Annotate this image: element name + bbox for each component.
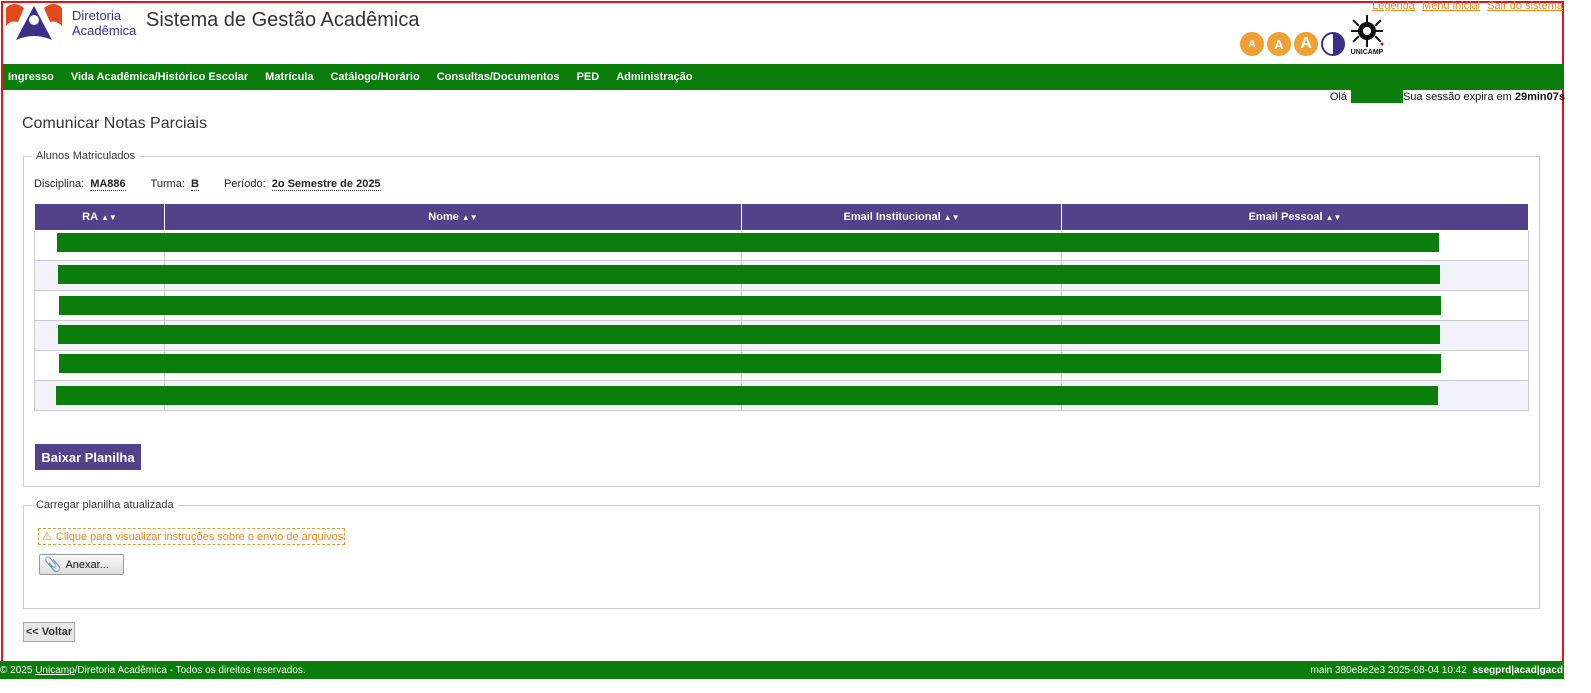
unicamp-logo: UNICAMP — [1346, 14, 1388, 60]
top-links: Legenda Menu inicial Sair do sistema — [1368, 0, 1563, 12]
back-button[interactable]: << Voltar — [23, 622, 75, 642]
font-large-button[interactable]: A — [1294, 32, 1318, 56]
redacted-row — [58, 265, 1440, 284]
redacted-row — [59, 296, 1441, 315]
turma-label: Turma: — [150, 178, 185, 190]
warning-icon: ⚠ — [42, 531, 52, 543]
redacted-username — [1350, 90, 1403, 103]
legend-link[interactable]: Legenda — [1372, 0, 1415, 12]
page-title: Comunicar Notas Parciais — [22, 115, 207, 132]
footer-copyright: © 2025 Unicamp/Diretoria Acadêmica - Tod… — [0, 664, 306, 676]
upload-instructions-text: Clique para visualizar instruções sobre … — [55, 530, 344, 543]
main-navbar: Ingresso Vida Acadêmica/Histórico Escola… — [3, 64, 1563, 90]
redacted-row — [56, 386, 1438, 405]
unicamp-link[interactable]: Unicamp — [35, 665, 74, 676]
column-header-email-institucional[interactable]: Email Institucional ▲▼ — [741, 203, 1062, 231]
redacted-row — [59, 354, 1441, 373]
server-info: ssegprd|acad|gacd — [1472, 664, 1563, 676]
contrast-icon[interactable] — [1321, 32, 1345, 56]
accessibility-controls: A A A — [1240, 31, 1345, 57]
sort-icon: ▲▼ — [943, 213, 960, 222]
build-version: main 380e8e2e3 2025-08-04 10:42 — [1310, 664, 1467, 676]
sort-icon: ▲▼ — [461, 213, 478, 222]
system-title: Sistema de Gestão Acadêmica — [146, 9, 420, 31]
column-header-nome[interactable]: Nome ▲▼ — [164, 203, 742, 231]
disciplina-label: Disciplina: — [34, 178, 85, 190]
main-menu-link[interactable]: Menu inicial — [1422, 0, 1480, 12]
turma-value: B — [191, 178, 199, 191]
periodo-label: Período: — [224, 178, 266, 190]
unicamp-label: UNICAMP — [1350, 49, 1384, 56]
logout-link[interactable]: Sair do sistema — [1487, 0, 1563, 12]
periodo-value: 2o Semestre de 2025 — [271, 178, 381, 191]
org-name: Diretoria Acadêmica — [72, 8, 137, 38]
nav-vida-academica[interactable]: Vida Acadêmica/Histórico Escolar — [62, 71, 256, 83]
dac-logo-icon — [4, 2, 64, 46]
greeting: Olá — [1329, 90, 1347, 103]
footer: © 2025 Unicamp/Diretoria Acadêmica - Tod… — [0, 661, 1563, 679]
nav-consultas[interactable]: Consultas/Documentos — [428, 71, 568, 83]
nav-matricula[interactable]: Matrícula — [257, 71, 322, 83]
disciplina-value: MA886 — [90, 178, 126, 191]
column-header-email-pessoal[interactable]: Email Pessoal ▲▼ — [1061, 203, 1529, 231]
course-info: Disciplina: MA886 Turma: B Período: 2o S… — [34, 178, 403, 191]
upload-legend: Carregar planilha atualizada — [36, 499, 174, 511]
font-small-button[interactable]: A — [1240, 32, 1264, 56]
redacted-row — [58, 325, 1440, 344]
attach-file-button[interactable]: 📎 Anexar... — [39, 554, 124, 575]
nav-ped[interactable]: PED — [568, 71, 608, 83]
unicamp-seal-icon — [1351, 15, 1384, 47]
session-time-left: 29min07s — [1514, 90, 1565, 103]
sort-icon: ▲▼ — [101, 213, 117, 222]
column-header-ra[interactable]: RA ▲▼ — [34, 203, 165, 231]
paperclip-icon: 📎 — [44, 556, 62, 572]
font-medium-button[interactable]: A — [1267, 32, 1291, 56]
footer-build-info: main 380e8e2e3 2025-08-04 10:42 ssegprd|… — [1311, 665, 1563, 676]
nav-ingresso[interactable]: Ingresso — [3, 71, 62, 83]
sort-icon: ▲▼ — [1325, 213, 1342, 222]
attach-label: Anexar... — [65, 558, 109, 571]
upload-panel: Carregar planilha atualizada — [23, 499, 1540, 609]
enrolled-legend: Alunos Matriculados — [36, 150, 136, 162]
nav-administracao[interactable]: Administração — [608, 71, 701, 83]
upload-instructions-link[interactable]: ⚠ Clique para visualizar instruções sobr… — [38, 528, 345, 545]
table-header-row: RA ▲▼ Nome ▲▼ Email Institucional ▲▼ Email … — [34, 203, 1529, 231]
nav-catalogo[interactable]: Catálogo/Horário — [322, 71, 428, 83]
redacted-row — [57, 233, 1439, 252]
download-spreadsheet-button[interactable]: Baixar Planilha — [35, 444, 141, 470]
session-expiry-text: Sua sessão expira em — [1402, 90, 1512, 103]
session-info: Olá Sua sessão expira em 29min07s — [1330, 90, 1565, 103]
